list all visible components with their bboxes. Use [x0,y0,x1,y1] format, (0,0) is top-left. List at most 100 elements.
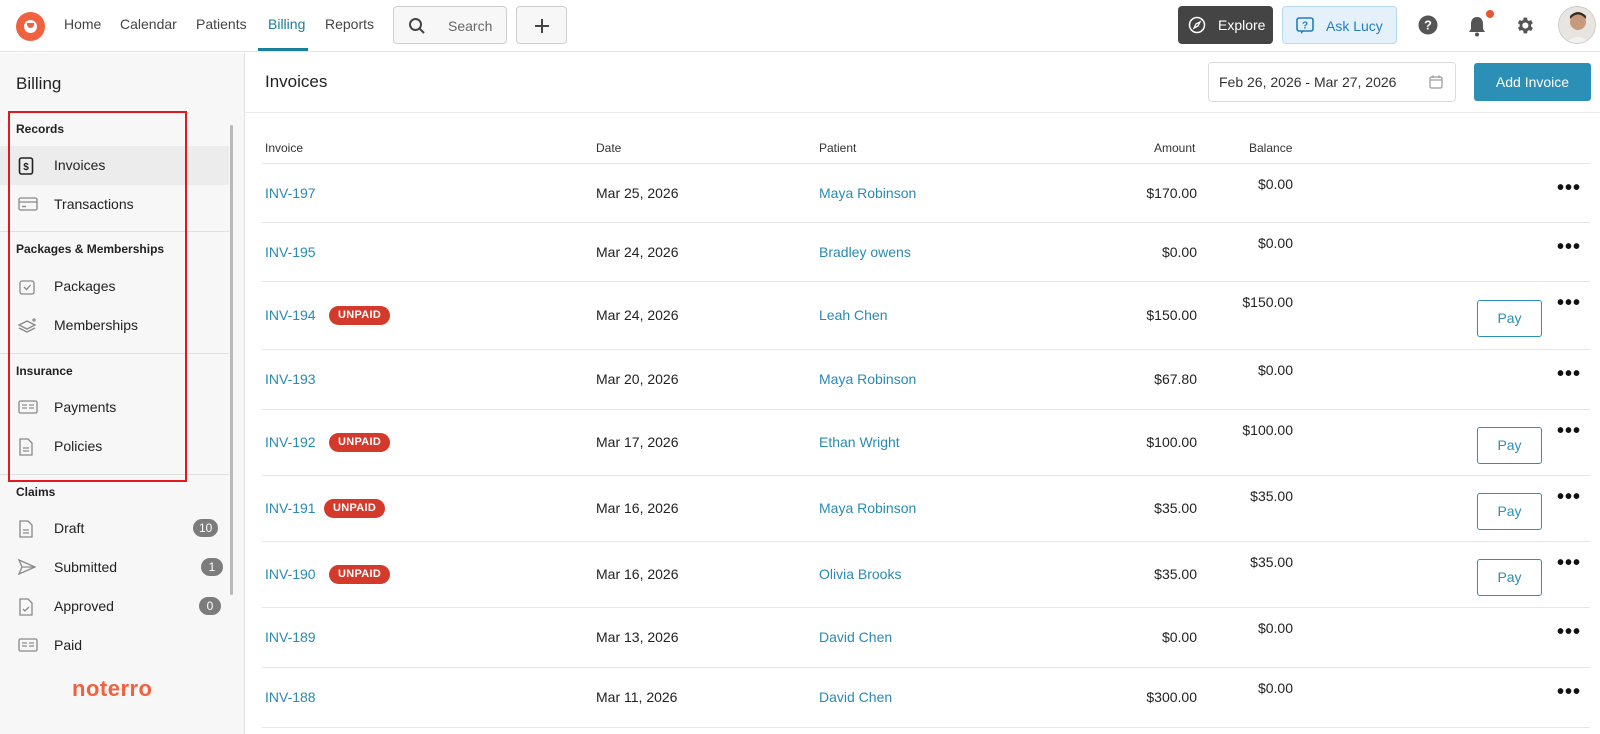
more-options-icon[interactable]: ••• [1557,681,1581,704]
sidebar-item-memberships[interactable]: Memberships [0,306,229,345]
sidebar-item-submitted[interactable]: Submitted 1 [0,548,229,587]
column-header-patient[interactable]: Patient [819,141,856,155]
nav-home[interactable]: Home [64,16,101,32]
patient-link[interactable]: Maya Robinson [819,185,916,201]
section-divider [0,231,229,232]
table-row[interactable] [262,410,1590,476]
pay-button[interactable]: Pay [1477,427,1542,464]
nav-patients[interactable]: Patients [196,16,247,32]
add-new-button[interactable] [516,6,567,44]
invoice-amount: $170.00 [1146,185,1197,201]
invoice-link[interactable]: INV-194 [265,307,316,323]
date-range-picker[interactable]: Feb 26, 2026 - Mar 27, 2026 [1208,62,1456,102]
patient-link[interactable]: Bradley owens [819,244,911,260]
invoice-link[interactable]: INV-197 [265,185,316,201]
section-divider [0,474,229,475]
more-options-icon[interactable]: ••• [1557,236,1581,259]
sidebar-item-draft[interactable]: Draft 10 [0,509,229,548]
explore-button[interactable]: Explore [1178,6,1273,44]
patient-link[interactable]: Ethan Wright [819,434,900,450]
sidebar-item-packages[interactable]: Packages [0,267,229,306]
invoice-date: Mar 20, 2026 [596,371,679,387]
count-badge: 10 [193,519,219,537]
table-row[interactable] [262,608,1590,668]
patient-link[interactable]: Maya Robinson [819,500,916,516]
notification-dot [1486,10,1494,18]
invoice-link[interactable]: INV-193 [265,371,316,387]
sidebar-item-approved[interactable]: Approved 0 [0,587,229,626]
user-avatar[interactable] [1558,6,1596,44]
notification-bell-icon[interactable] [1467,15,1487,37]
section-heading-insurance: Insurance [16,364,73,378]
more-options-icon[interactable]: ••• [1557,621,1581,644]
count-badge: 0 [199,597,221,615]
package-box-icon [19,280,35,295]
invoice-link[interactable]: INV-188 [265,689,316,705]
invoice-link[interactable]: INV-189 [265,629,316,645]
document-icon [19,520,33,538]
invoice-balance: $35.00 [1250,554,1293,570]
more-options-icon[interactable]: ••• [1557,420,1581,443]
sidebar-item-label: Draft [54,520,85,536]
nav-reports[interactable]: Reports [325,16,374,32]
more-options-icon[interactable]: ••• [1557,486,1581,509]
patient-link[interactable]: David Chen [819,629,892,645]
column-header-date[interactable]: Date [596,141,621,155]
invoice-balance: $0.00 [1257,235,1293,251]
search-button[interactable]: Search [393,6,507,44]
ask-lucy-button[interactable]: ? Ask Lucy [1282,6,1397,44]
sidebar-item-payments[interactable]: Payments [0,388,229,427]
sidebar-item-label: Invoices [54,157,106,173]
patient-link[interactable]: David Chen [819,689,892,705]
invoice-balance: $0.00 [1257,620,1293,636]
table-row[interactable] [262,476,1590,542]
more-options-icon[interactable]: ••• [1557,177,1581,200]
patient-link[interactable]: Maya Robinson [819,371,916,387]
column-header-amount[interactable]: Amount [1154,141,1195,155]
invoice-date: Mar 24, 2026 [596,244,679,260]
invoice-date: Mar 11, 2026 [596,689,678,705]
svg-text:?: ? [1424,18,1432,33]
help-icon[interactable]: ? [1418,15,1438,35]
pay-button[interactable]: Pay [1477,300,1542,337]
sidebar-item-policies[interactable]: Policies [0,427,229,466]
patient-link[interactable]: Olivia Brooks [819,566,901,582]
sidebar-item-invoices[interactable]: $ Invoices [0,146,229,185]
table-row[interactable] [262,350,1590,410]
add-invoice-button[interactable]: Add Invoice [1474,63,1591,101]
invoice-link[interactable]: INV-195 [265,244,316,260]
app-logo-icon[interactable] [16,12,45,41]
table-row[interactable] [262,282,1590,350]
column-header-balance[interactable]: Balance [1249,141,1292,155]
nav-calendar[interactable]: Calendar [120,16,177,32]
table-row[interactable] [262,164,1590,223]
ask-lucy-label: Ask Lucy [1326,18,1383,34]
more-options-icon[interactable]: ••• [1557,363,1581,386]
table-row[interactable] [262,223,1590,282]
sidebar-item-transactions[interactable]: Transactions [0,185,229,224]
compass-icon [1188,16,1206,34]
pay-button[interactable]: Pay [1477,559,1542,596]
invoice-date: Mar 17, 2026 [596,434,679,450]
sidebar-item-label: Policies [54,438,103,454]
sidebar-item-paid[interactable]: Paid [0,626,229,665]
table-row[interactable] [262,542,1590,608]
sidebar-scrollbar[interactable] [230,125,233,595]
invoice-amount: $100.00 [1146,434,1197,450]
more-options-icon[interactable]: ••• [1557,292,1581,315]
invoice-balance: $0.00 [1257,362,1293,378]
gear-icon[interactable] [1514,15,1535,36]
pay-button[interactable]: Pay [1477,493,1542,530]
invoice-link[interactable]: INV-190 [265,566,316,582]
invoice-balance: $0.00 [1257,176,1293,192]
table-row[interactable] [262,668,1590,728]
invoice-balance: $35.00 [1250,488,1293,504]
invoice-link[interactable]: INV-192 [265,434,316,450]
nav-billing[interactable]: Billing [268,16,305,32]
invoice-link[interactable]: INV-191 [265,500,316,516]
top-nav-bar: Home Calendar Patients Billing Reports S… [0,0,1600,52]
more-options-icon[interactable]: ••• [1557,552,1581,575]
sidebar-item-label: Submitted [54,559,118,575]
patient-link[interactable]: Leah Chen [819,307,888,323]
column-header-invoice[interactable]: Invoice [265,141,303,155]
